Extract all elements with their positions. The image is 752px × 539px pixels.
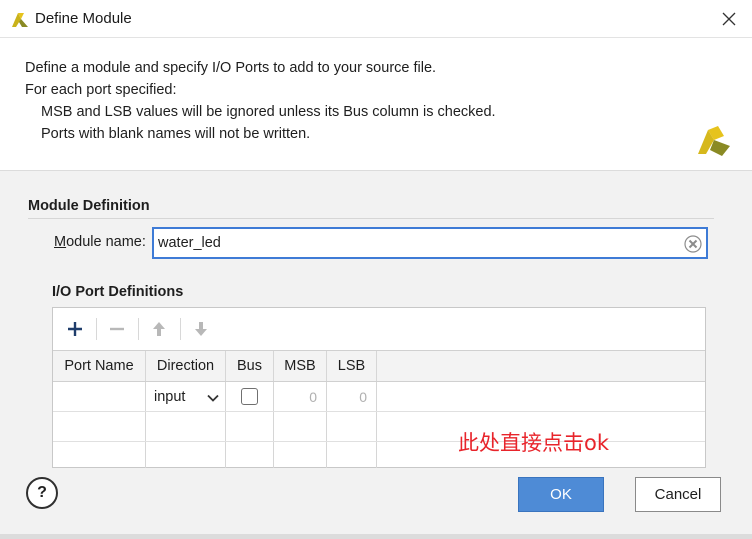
toolbar-separator [180, 318, 181, 340]
empty-cell [226, 442, 274, 468]
direction-select[interactable]: input [146, 382, 226, 411]
lsb-cell[interactable]: 0 [327, 382, 377, 411]
column-header-direction[interactable]: Direction [146, 351, 226, 381]
bus-checkbox[interactable] [241, 388, 258, 405]
add-port-button[interactable] [63, 317, 87, 341]
minus-icon [110, 327, 124, 331]
empty-cell [146, 412, 226, 441]
vivado-brand-icon [698, 126, 730, 156]
move-up-button[interactable] [147, 317, 171, 341]
table-row: input 0 0 [53, 382, 705, 412]
column-header-bus[interactable]: Bus [226, 351, 274, 381]
empty-cell [274, 412, 327, 441]
empty-cell [53, 412, 146, 441]
module-definition-title: Module Definition [28, 198, 150, 214]
vivado-logo-icon [12, 13, 28, 27]
move-down-button[interactable] [189, 317, 213, 341]
column-header-port-name[interactable]: Port Name [53, 351, 146, 381]
section-divider [28, 218, 714, 219]
bus-cell [226, 382, 274, 411]
chevron-down-icon [207, 394, 219, 402]
toolbar-separator [138, 318, 139, 340]
ok-button[interactable]: OK [518, 477, 604, 512]
intro-line-2: For each port specified: [25, 82, 177, 98]
window-title: Define Module [35, 10, 132, 27]
empty-cell [274, 442, 327, 468]
module-name-label: Module name: [54, 234, 146, 250]
arrow-up-icon [153, 322, 165, 336]
empty-cell [327, 412, 377, 441]
plus-icon [68, 322, 82, 336]
empty-cell [226, 412, 274, 441]
arrow-down-icon [195, 322, 207, 336]
empty-cell [146, 442, 226, 468]
toolbar-separator [96, 318, 97, 340]
msb-cell[interactable]: 0 [274, 382, 327, 411]
direction-value: input [154, 388, 186, 405]
cancel-button[interactable]: Cancel [635, 477, 721, 512]
table-header: Port Name Direction Bus MSB LSB [53, 351, 705, 382]
io-port-definitions-title: I/O Port Definitions [52, 284, 184, 300]
close-button[interactable] [706, 0, 752, 38]
intro-line-4: Ports with blank names will not be writt… [41, 126, 311, 142]
intro-line-1: Define a module and specify I/O Ports to… [25, 60, 437, 76]
window-bottom-edge [0, 534, 752, 539]
empty-cell [53, 442, 146, 468]
help-button[interactable]: ? [26, 477, 58, 509]
empty-cell [327, 442, 377, 468]
title-bar: Define Module [0, 0, 752, 38]
column-header-msb[interactable]: MSB [274, 351, 327, 381]
annotation-text: 此处直接点击ok [458, 431, 610, 455]
module-name-input[interactable] [158, 233, 678, 253]
intro-line-3: MSB and LSB values will be ignored unles… [41, 104, 496, 120]
remove-port-button[interactable] [105, 317, 129, 341]
module-name-field[interactable] [152, 227, 708, 259]
clear-icon[interactable] [684, 235, 702, 253]
table-toolbar [53, 308, 705, 350]
intro-panel: Define a module and specify I/O Ports to… [0, 38, 752, 171]
column-header-lsb[interactable]: LSB [327, 351, 377, 381]
close-icon [722, 12, 736, 26]
port-name-cell[interactable] [53, 382, 146, 411]
